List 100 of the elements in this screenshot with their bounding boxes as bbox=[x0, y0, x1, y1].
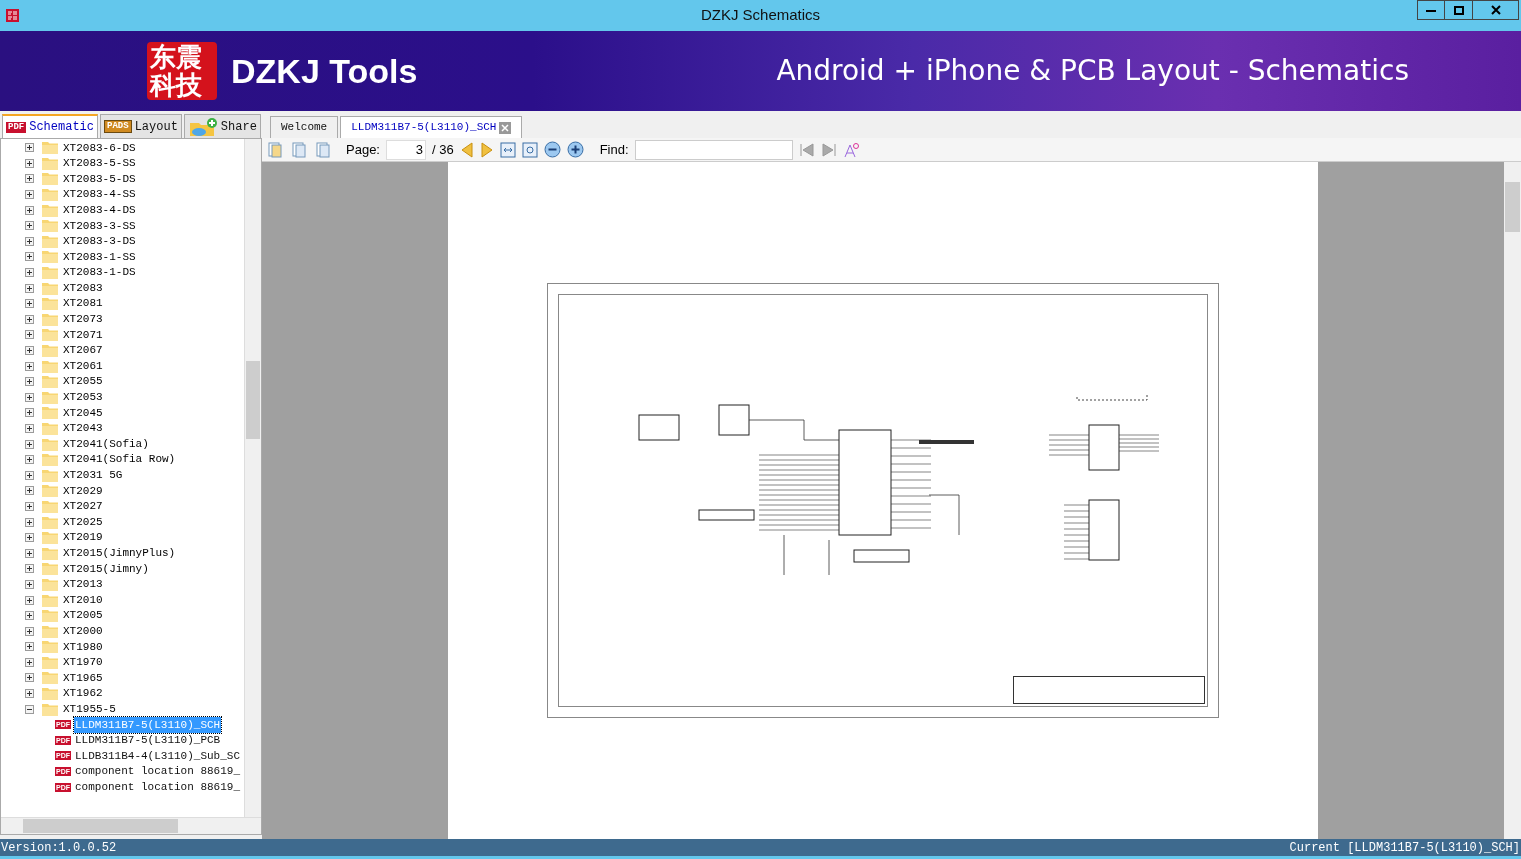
tree-item[interactable]: XT2083-4-DS bbox=[61, 201, 136, 219]
expand-icon[interactable] bbox=[25, 158, 34, 168]
tree-item[interactable]: XT2083-3-SS bbox=[61, 217, 136, 234]
tree-item[interactable]: XT1965 bbox=[61, 669, 103, 687]
maximize-button[interactable] bbox=[1445, 0, 1473, 20]
expand-icon[interactable] bbox=[25, 579, 34, 589]
document-tab[interactable]: Welcome bbox=[270, 116, 339, 138]
expand-icon[interactable] bbox=[25, 392, 34, 402]
tree-item[interactable]: XT1970 bbox=[61, 654, 103, 671]
tree-item[interactable]: XT2005 bbox=[61, 607, 103, 624]
fit-width-icon[interactable] bbox=[499, 141, 516, 158]
tree-item[interactable]: XT2073 bbox=[61, 311, 103, 328]
expand-icon[interactable] bbox=[25, 190, 34, 200]
expand-icon[interactable] bbox=[25, 268, 34, 278]
collapse-icon[interactable] bbox=[25, 704, 34, 714]
tree-item[interactable]: XT2031 5G bbox=[61, 467, 123, 484]
expand-icon[interactable] bbox=[25, 424, 34, 433]
tree-item[interactable]: component location 88619_ bbox=[74, 763, 242, 780]
close-icon[interactable] bbox=[499, 121, 512, 134]
tree-item[interactable]: XT2053 bbox=[61, 389, 103, 406]
tree-item[interactable]: XT2083-4-SS bbox=[61, 186, 136, 203]
fit-page-icon[interactable] bbox=[521, 141, 538, 158]
tree-item[interactable]: XT2041(Sofia) bbox=[61, 435, 149, 453]
tree-item[interactable]: XT1955-5 bbox=[61, 700, 116, 718]
tree-item[interactable]: XT2045 bbox=[61, 404, 103, 422]
tree-item[interactable]: XT2019 bbox=[61, 529, 103, 546]
expand-icon[interactable] bbox=[25, 455, 34, 465]
expand-icon[interactable] bbox=[25, 501, 34, 511]
expand-icon[interactable] bbox=[25, 626, 34, 636]
match-case-icon[interactable] bbox=[842, 141, 859, 158]
side-tab[interactable]: Share bbox=[183, 114, 261, 138]
tree-item[interactable]: XT2025 bbox=[61, 513, 103, 531]
expand-icon[interactable] bbox=[25, 517, 34, 527]
tree-item[interactable]: XT2000 bbox=[61, 622, 103, 640]
tree-item[interactable]: XT2041(Sofia Row) bbox=[61, 451, 176, 468]
expand-icon[interactable] bbox=[25, 486, 34, 496]
expand-icon[interactable] bbox=[25, 595, 34, 605]
find-field[interactable] bbox=[634, 139, 793, 160]
folder-icon bbox=[42, 640, 58, 654]
tree-item[interactable]: XT2055 bbox=[61, 373, 103, 390]
tree-item[interactable]: XT2061 bbox=[61, 357, 103, 375]
expand-icon[interactable] bbox=[25, 346, 34, 355]
tree-item[interactable]: XT2067 bbox=[61, 342, 103, 359]
expand-icon[interactable] bbox=[25, 330, 34, 340]
expand-icon[interactable] bbox=[25, 205, 34, 215]
tree-item[interactable]: XT2010 bbox=[61, 591, 103, 609]
expand-icon[interactable] bbox=[25, 377, 34, 387]
expand-icon[interactable] bbox=[25, 657, 34, 667]
side-tab[interactable]: PADS Layout bbox=[100, 114, 182, 138]
expand-icon[interactable] bbox=[25, 611, 34, 621]
expand-icon[interactable] bbox=[25, 408, 34, 418]
tree-item[interactable]: XT2029 bbox=[61, 482, 103, 500]
tree-item[interactable]: XT2083-6-DS bbox=[61, 139, 136, 157]
tree-item[interactable]: LLDM311B7-5(L3110)_PCB bbox=[74, 732, 222, 749]
tree-item[interactable]: XT2043 bbox=[61, 420, 103, 437]
tree-item[interactable]: XT2083-5-SS bbox=[61, 155, 136, 172]
page-input[interactable]: 3 bbox=[386, 139, 426, 160]
expand-icon[interactable] bbox=[25, 564, 34, 574]
tree-item[interactable]: XT2015(JimnyPlus) bbox=[61, 545, 176, 562]
expand-icon[interactable] bbox=[25, 143, 34, 153]
tree-item[interactable]: XT2083 bbox=[61, 279, 103, 297]
expand-icon[interactable] bbox=[25, 314, 34, 324]
tree-item[interactable]: XT2071 bbox=[61, 326, 103, 344]
expand-icon[interactable] bbox=[25, 533, 34, 543]
expand-icon[interactable] bbox=[25, 689, 34, 699]
close-button[interactable] bbox=[1473, 0, 1519, 20]
expand-icon[interactable] bbox=[25, 361, 34, 371]
expand-icon[interactable] bbox=[25, 236, 34, 246]
expand-icon[interactable] bbox=[25, 283, 34, 293]
scroll-thumb[interactable] bbox=[23, 819, 178, 833]
tree-item[interactable]: XT2083-3-DS bbox=[61, 233, 136, 250]
tree-item[interactable]: XT2083-1-DS bbox=[61, 264, 136, 281]
expand-icon[interactable] bbox=[25, 439, 34, 449]
side-tab[interactable]: PDF Schematic bbox=[2, 114, 98, 138]
zoom-in-icon[interactable] bbox=[566, 141, 584, 158]
tree-item[interactable]: XT2083-1-SS bbox=[61, 248, 136, 266]
minimize-button[interactable] bbox=[1417, 0, 1445, 20]
tree-item[interactable]: component location 88619_ bbox=[74, 778, 242, 796]
expand-icon[interactable] bbox=[25, 548, 34, 558]
expand-icon[interactable] bbox=[25, 642, 34, 652]
expand-icon[interactable] bbox=[25, 174, 34, 184]
expand-icon[interactable] bbox=[25, 252, 34, 262]
tree-item[interactable]: LLDB311B4-4(L3110)_Sub_SC bbox=[74, 747, 242, 765]
zoom-out-icon[interactable] bbox=[543, 141, 561, 158]
expand-icon[interactable] bbox=[25, 221, 34, 231]
scroll-thumb[interactable] bbox=[1505, 182, 1520, 232]
expand-icon[interactable] bbox=[25, 673, 34, 683]
expand-icon[interactable] bbox=[25, 299, 34, 309]
tree-item[interactable]: XT2027 bbox=[61, 498, 103, 515]
tree-item[interactable]: XT1980 bbox=[61, 638, 103, 656]
vertical-scrollbar[interactable] bbox=[244, 139, 261, 817]
scroll-thumb[interactable] bbox=[246, 361, 260, 439]
tree-item[interactable]: XT2013 bbox=[61, 576, 103, 593]
tree-item[interactable]: XT2015(Jimny) bbox=[61, 560, 149, 578]
tree-item[interactable]: XT2083-5-DS bbox=[61, 170, 136, 188]
tree-item[interactable]: XT1962 bbox=[61, 685, 103, 702]
horizontal-scrollbar[interactable] bbox=[1, 817, 261, 834]
tree-item[interactable]: XT2081 bbox=[61, 295, 103, 312]
document-tab[interactable]: LLDM311B7-5(L3110)_SCH bbox=[340, 116, 523, 138]
expand-icon[interactable] bbox=[25, 470, 34, 480]
